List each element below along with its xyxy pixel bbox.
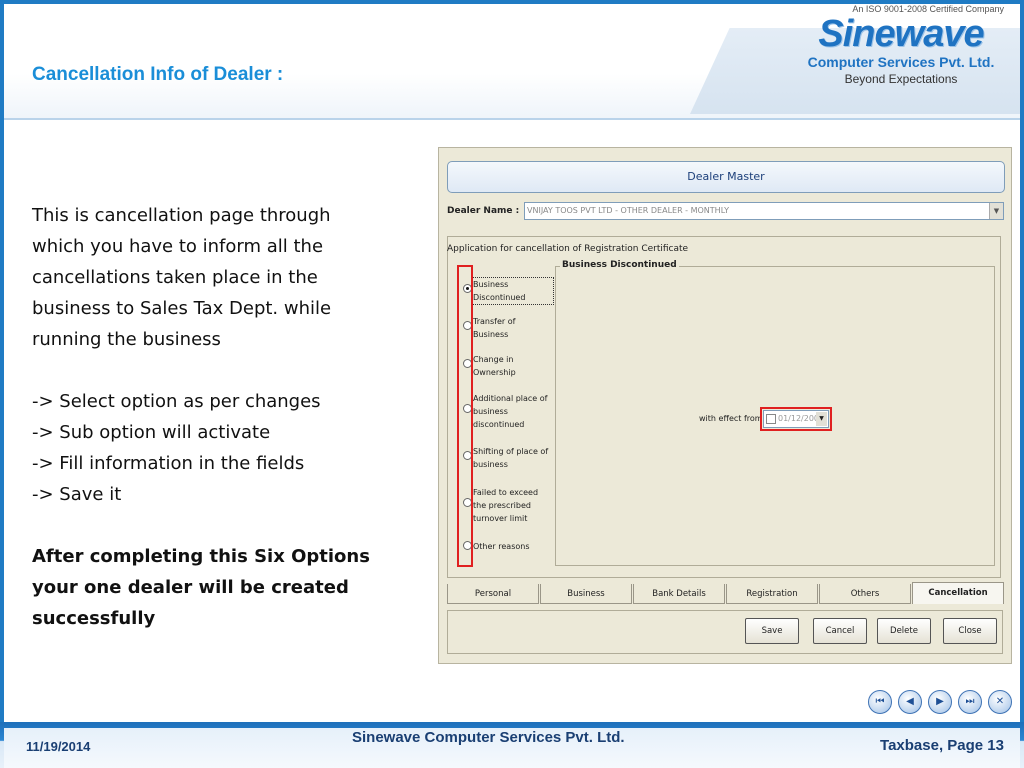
option-label: Other reasons	[473, 542, 530, 551]
intro-line: cancellations taken place in the	[32, 267, 318, 288]
step-line: -> Fill information in the fields	[32, 453, 305, 474]
effect-from-label: with effect from :	[699, 414, 768, 423]
tab-business[interactable]: Business	[540, 584, 632, 604]
highlight-options-box	[457, 265, 473, 567]
dealer-name-label: Dealer Name :	[447, 206, 520, 216]
footer-page-number: Taxbase, Page 13	[880, 737, 1004, 754]
intro-line: business to Sales Tax Dept. while	[32, 298, 332, 319]
option-label: Failed to exceed the prescribed turnover…	[473, 488, 539, 523]
option-label: Shifting of place of business	[473, 447, 549, 469]
logo-brand: Sinewave	[818, 13, 984, 55]
step-line: -> Sub option will activate	[32, 422, 271, 443]
window-title: Dealer Master	[447, 161, 1005, 193]
footer-company: Sinewave Computer Services Pvt. Ltd.	[352, 729, 625, 746]
tab-personal[interactable]: Personal	[447, 584, 539, 604]
previous-slide-icon[interactable]: ◀	[898, 690, 922, 714]
tab-registration[interactable]: Registration	[726, 584, 818, 604]
footer-date: 11/19/2014	[26, 739, 91, 754]
chevron-down-icon[interactable]: ▼	[989, 203, 1003, 219]
last-slide-icon[interactable]: ⏭	[958, 690, 982, 714]
delete-button[interactable]: Delete	[877, 618, 931, 644]
conclusion-line: After completing this Six Options	[32, 546, 370, 567]
close-icon[interactable]: ✕	[988, 690, 1012, 714]
next-slide-icon[interactable]: ▶	[928, 690, 952, 714]
save-button[interactable]: Save	[745, 618, 799, 644]
logo-company: Computer Services Pvt. Ltd.	[807, 54, 995, 70]
dealer-master-window: Dealer Master Dealer Name : VNIJAY TOOS …	[438, 147, 1012, 664]
conclusion-line: successfully	[32, 608, 156, 629]
cancel-button[interactable]: Cancel	[813, 618, 867, 644]
sub-option-caption: Business Discontinued	[560, 260, 679, 270]
option-label: Additional place of business discontinue…	[473, 394, 548, 429]
option-label: Business Discontinued	[472, 277, 554, 305]
intro-line: which you have to inform all the	[32, 236, 324, 257]
option-label: Transfer of Business	[473, 317, 516, 339]
intro-line: This is cancellation page through	[32, 205, 331, 226]
slide-title: Cancellation Info of Dealer :	[32, 64, 284, 85]
step-line: -> Select option as per changes	[32, 391, 321, 412]
tab-bank-details[interactable]: Bank Details	[633, 584, 725, 604]
step-line: -> Save it	[32, 484, 122, 505]
tab-others[interactable]: Others	[819, 584, 911, 604]
tab-bar: Personal Business Bank Details Registrat…	[447, 582, 1004, 606]
slide-body: This is cancellation page through which …	[32, 200, 412, 634]
highlight-date-box	[760, 407, 832, 431]
option-label: Change in Ownership	[473, 355, 516, 377]
dealer-name-value: VNIJAY TOOS PVT LTD - OTHER DEALER - MON…	[527, 206, 729, 215]
header-divider	[4, 118, 1020, 120]
company-logo: An ISO 9001-2008 Certified Company Sinew…	[796, 4, 1006, 94]
conclusion-line: your one dealer will be created	[32, 577, 349, 598]
first-slide-icon[interactable]: ⏮	[868, 690, 892, 714]
close-button[interactable]: Close	[943, 618, 997, 644]
dealer-name-select[interactable]: VNIJAY TOOS PVT LTD - OTHER DEALER - MON…	[524, 202, 1004, 220]
group-caption: Application for cancellation of Registra…	[447, 244, 689, 254]
tab-cancellation[interactable]: Cancellation	[912, 582, 1004, 604]
intro-line: running the business	[32, 329, 221, 350]
logo-tagline: Beyond Expectations	[844, 72, 958, 86]
